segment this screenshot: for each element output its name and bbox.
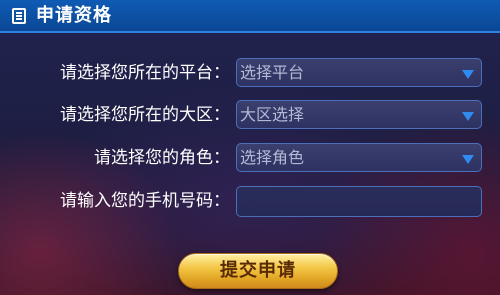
chevron-down-icon <box>462 155 474 164</box>
phone-row: 请输入您的手机号码： <box>0 186 500 217</box>
region-select[interactable]: 大区选择 <box>236 100 482 129</box>
role-selected-value: 选择角色 <box>240 148 305 167</box>
platform-select[interactable]: 选择平台 <box>236 58 482 87</box>
panel-header: 申请资格 <box>0 0 500 33</box>
phone-input[interactable] <box>236 186 482 217</box>
platform-selected-value: 选择平台 <box>240 63 305 82</box>
panel-title: 申请资格 <box>36 5 112 26</box>
role-row: 请选择您的角色： 选择角色 <box>0 143 500 173</box>
submit-button-label: 提交申请 <box>220 260 296 281</box>
submit-application-button[interactable]: 提交申请 <box>178 253 338 289</box>
platform-label: 请选择您所在的平台： <box>60 63 230 83</box>
region-label: 请选择您所在的大区： <box>60 105 230 125</box>
chevron-down-icon <box>462 112 474 121</box>
role-label: 请选择您的角色： <box>94 148 230 168</box>
region-row: 请选择您所在的大区： 大区选择 <box>0 100 500 130</box>
role-select[interactable]: 选择角色 <box>236 143 482 172</box>
application-panel: 申请资格 请选择您所在的平台： 选择平台 请选择您所在的大区： 大区选择 请选择… <box>0 0 500 295</box>
platform-row: 请选择您所在的平台： 选择平台 <box>0 58 500 88</box>
document-icon <box>12 8 26 24</box>
chevron-down-icon <box>462 70 474 79</box>
phone-label: 请输入您的手机号码： <box>60 191 230 211</box>
region-selected-value: 大区选择 <box>240 105 305 124</box>
